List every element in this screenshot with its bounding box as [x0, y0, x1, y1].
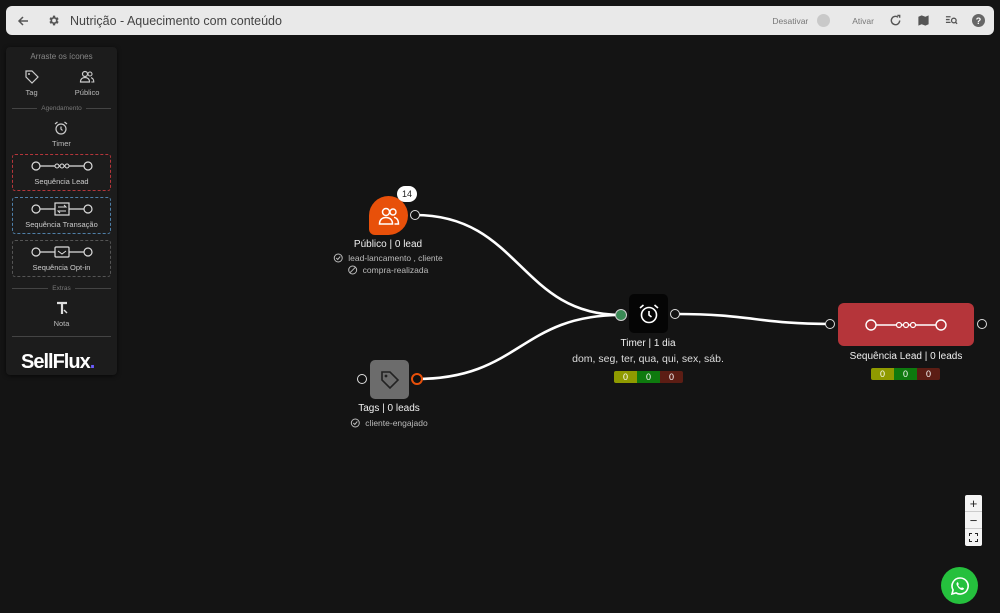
- sequence-output-port[interactable]: [977, 319, 987, 329]
- edge-tags-timer: [415, 313, 622, 381]
- sequence-count-waiting: 0: [871, 368, 894, 380]
- timer-node-body[interactable]: [629, 294, 668, 333]
- sequence-lead-counts: 0 0 0: [871, 368, 940, 380]
- tags-input-port[interactable]: [357, 374, 367, 384]
- whatsapp-button[interactable]: [941, 567, 978, 604]
- tags-include-tags: cliente-engajado: [350, 418, 428, 428]
- sequence-dots-icon: [865, 318, 947, 331]
- timer-output-port[interactable]: [670, 309, 680, 319]
- zoom-in-button[interactable]: +: [965, 495, 982, 512]
- users-icon: [378, 207, 399, 225]
- tags-node-body[interactable]: [370, 360, 409, 399]
- fullscreen-icon: [969, 533, 978, 542]
- timer-title: Timer | 1 dia: [620, 338, 676, 349]
- timer-input-port[interactable]: [615, 309, 627, 321]
- timer-days: dom, seg, ter, qua, qui, sex, sáb.: [572, 353, 724, 365]
- sequence-node-body[interactable]: [838, 303, 974, 346]
- publico-output-port[interactable]: [410, 210, 420, 220]
- tags-title: Tags | 0 leads: [358, 403, 420, 414]
- timer-count-done: 0: [637, 371, 660, 383]
- timer-count-error: 0: [660, 371, 683, 383]
- publico-count-badge: 14: [397, 186, 417, 202]
- publico-include-tags: lead-lancamento , cliente: [333, 253, 443, 263]
- zoom-controls: + −: [965, 495, 982, 546]
- sequence-title: Sequência Lead | 0 leads: [849, 351, 963, 362]
- sequence-input-port[interactable]: [825, 319, 835, 329]
- check-circle-icon: [333, 253, 343, 263]
- tag-icon: [380, 370, 399, 389]
- block-icon: [348, 265, 358, 275]
- whatsapp-icon: [950, 576, 969, 595]
- sequence-count-done: 0: [894, 368, 917, 380]
- timer-lead-counts: 0 0 0: [614, 371, 683, 383]
- timer-count-waiting: 0: [614, 371, 637, 383]
- alarm-clock-icon: [638, 303, 659, 323]
- check-circle-icon: [350, 418, 360, 428]
- fit-view-button[interactable]: [965, 529, 982, 546]
- edge-timer-sequence: [675, 312, 831, 326]
- tags-output-port[interactable]: [411, 373, 423, 385]
- edge-publico-timer: [414, 213, 622, 317]
- publico-title: Público | 0 lead: [353, 239, 423, 250]
- publico-node-body[interactable]: [369, 196, 408, 235]
- publico-exclude-tags: compra-realizada: [348, 265, 428, 275]
- zoom-out-button[interactable]: −: [965, 512, 982, 529]
- sequence-count-error: 0: [917, 368, 940, 380]
